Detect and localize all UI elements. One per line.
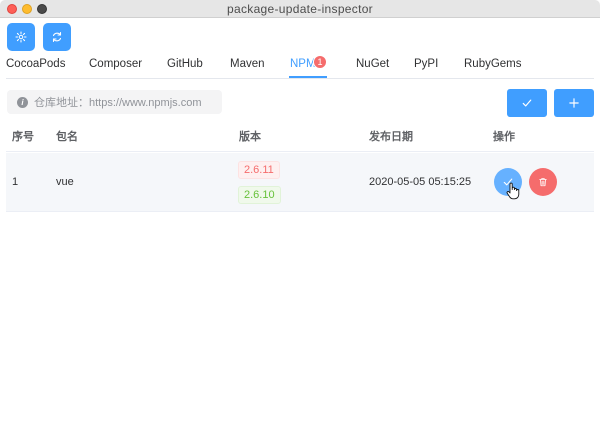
current-version-tag: 2.6.10 bbox=[238, 186, 281, 204]
tab-github[interactable]: GitHub bbox=[167, 58, 203, 70]
npm-update-badge: 1 bbox=[313, 55, 327, 69]
repository-info: i 仓库地址：https://www.npmjs.com bbox=[7, 90, 222, 114]
delete-package-button[interactable] bbox=[529, 168, 557, 196]
header-name: 包名 bbox=[56, 131, 78, 143]
confirm-all-button[interactable] bbox=[507, 89, 547, 117]
row-index: 1 bbox=[12, 176, 19, 188]
title-bar: package-update-inspector bbox=[0, 0, 600, 18]
registry-tabs: CocoaPods Composer GitHub Maven NPM NuGe… bbox=[0, 56, 600, 78]
info-icon: i bbox=[17, 96, 28, 108]
table-header: 序号 包名 版本 发布日期 操作 bbox=[6, 126, 594, 152]
repository-url: 仓库地址：https://www.npmjs.com bbox=[34, 97, 202, 109]
tab-maven[interactable]: Maven bbox=[230, 58, 265, 70]
refresh-icon bbox=[52, 31, 62, 43]
header-version: 版本 bbox=[239, 131, 261, 143]
package-name: vue bbox=[56, 176, 74, 188]
tab-npm[interactable]: NPM bbox=[290, 58, 316, 70]
add-package-button[interactable] bbox=[554, 89, 594, 117]
release-date: 2020-05-05 05:15:25 bbox=[369, 176, 472, 188]
check-icon bbox=[522, 99, 532, 107]
tab-rubygems[interactable]: RubyGems bbox=[464, 58, 522, 70]
latest-version-tag: 2.6.11 bbox=[238, 161, 280, 179]
tab-nuget[interactable]: NuGet bbox=[356, 58, 389, 70]
header-index: 序号 bbox=[12, 131, 34, 143]
app-window: package-update-inspector CocoaPods Compo… bbox=[0, 0, 600, 433]
trash-icon bbox=[539, 178, 547, 187]
header-date: 发布日期 bbox=[369, 131, 413, 143]
gear-icon bbox=[15, 31, 27, 43]
tab-pypi[interactable]: PyPI bbox=[414, 58, 438, 70]
hand-pointer-icon bbox=[506, 182, 520, 200]
tabs-divider bbox=[6, 78, 594, 79]
active-tab-indicator bbox=[289, 76, 327, 78]
refresh-button[interactable] bbox=[43, 23, 71, 51]
plus-icon bbox=[569, 98, 579, 108]
tab-composer[interactable]: Composer bbox=[89, 58, 142, 70]
settings-button[interactable] bbox=[7, 23, 35, 51]
header-actions: 操作 bbox=[493, 131, 515, 143]
tab-cocoapods[interactable]: CocoaPods bbox=[6, 58, 65, 70]
window-title: package-update-inspector bbox=[227, 2, 373, 16]
